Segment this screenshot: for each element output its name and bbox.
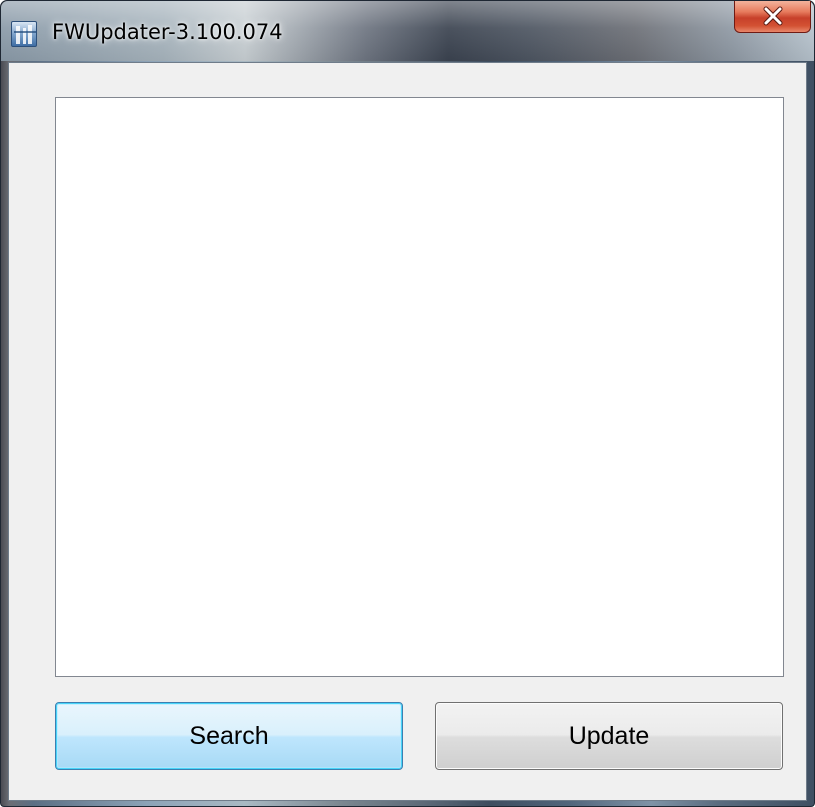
close-icon <box>763 6 783 26</box>
close-button[interactable] <box>734 1 811 33</box>
output-listbox[interactable] <box>55 97 784 677</box>
search-button-label: Search <box>189 721 269 750</box>
title-bar[interactable]: FWUpdater-3.100.074 <box>1 1 814 61</box>
search-button[interactable]: Search <box>55 702 403 770</box>
window-client-area: Search Update <box>8 62 807 801</box>
window-title: FWUpdater-3.100.074 <box>52 20 283 44</box>
update-button-label: Update <box>568 721 650 750</box>
update-button[interactable]: Update <box>435 702 783 770</box>
app-icon <box>11 21 37 47</box>
app-window: FWUpdater-3.100.074 Search Update <box>0 0 815 807</box>
